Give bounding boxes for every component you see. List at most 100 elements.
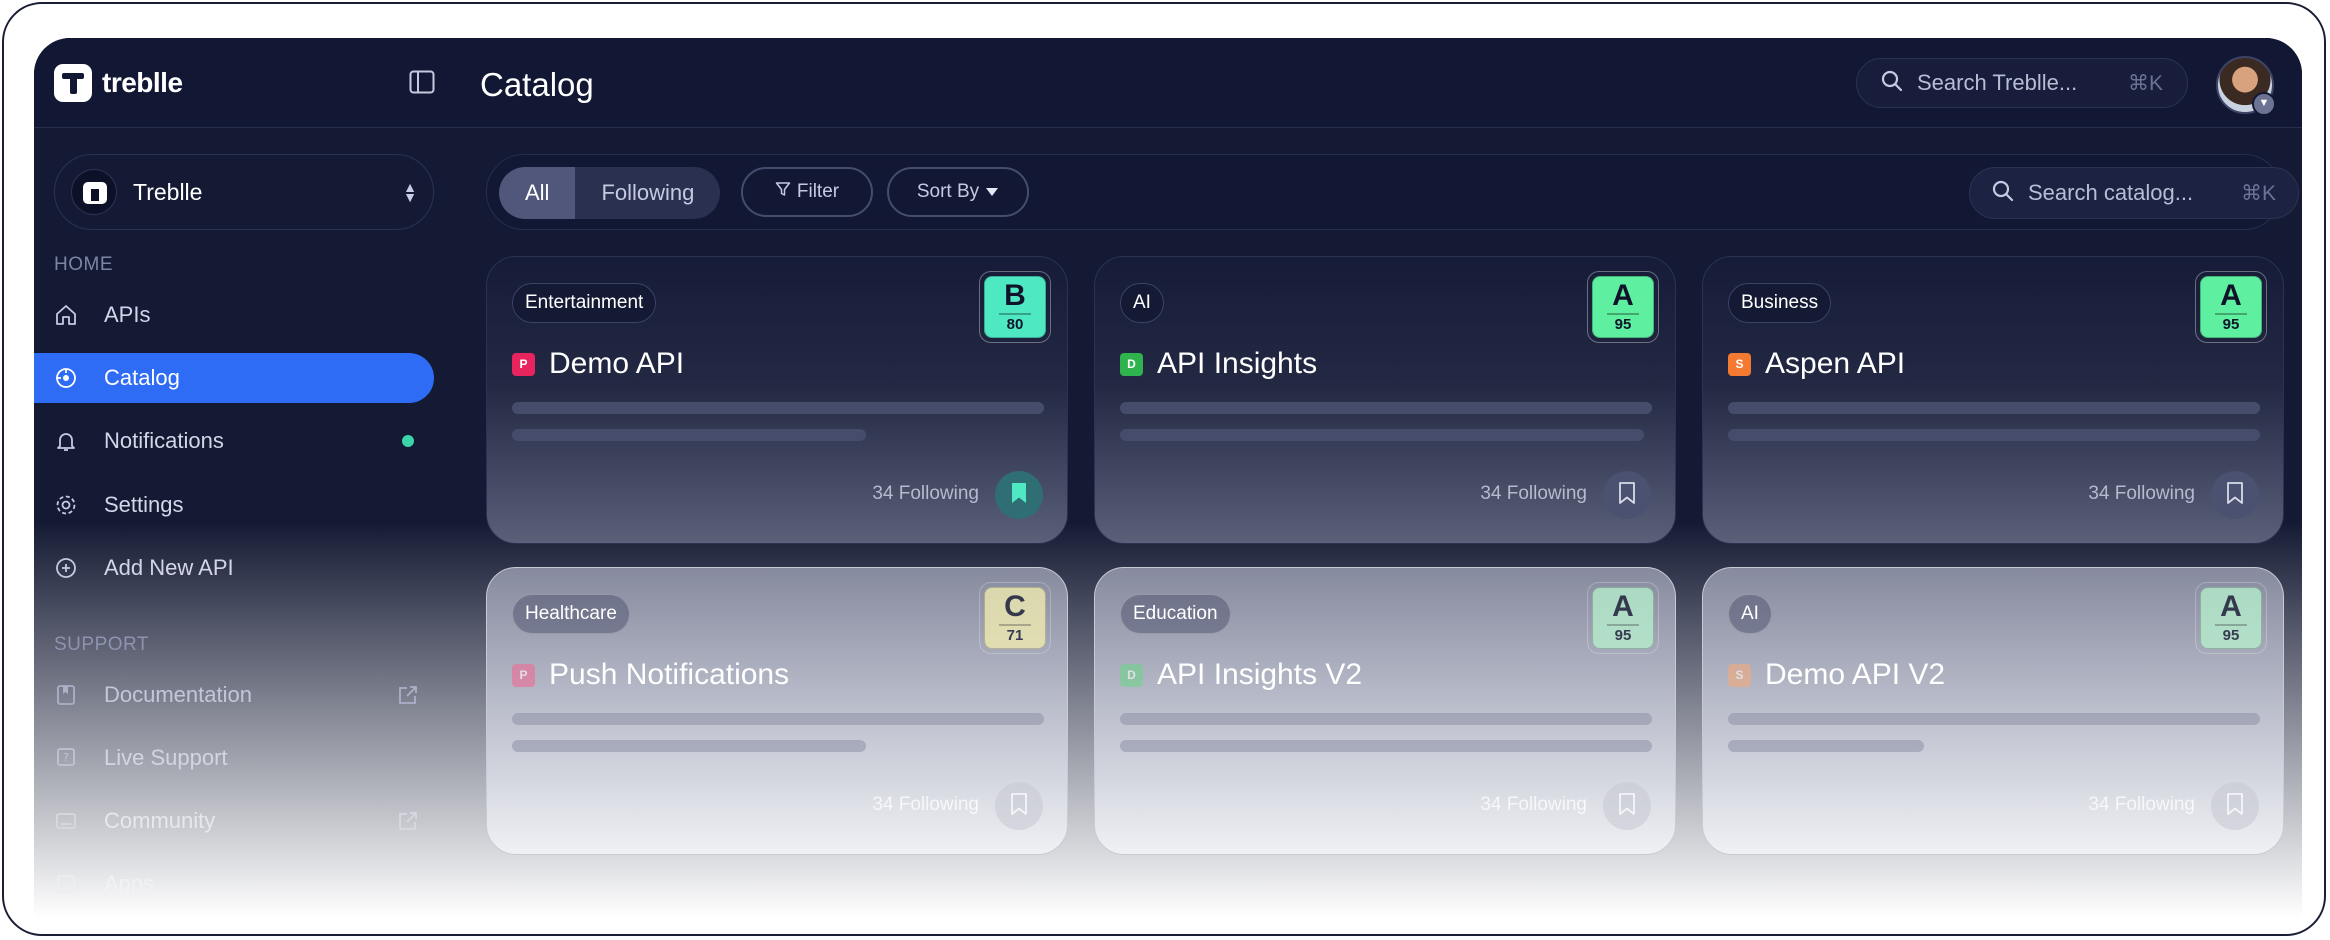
caret-down-icon [985, 181, 999, 203]
api-card[interactable]: Business A 95 S Aspen API 34 Following [1702, 256, 2284, 544]
catalog-search-input[interactable]: Search catalog... ⌘K [1969, 167, 2299, 219]
card-title-row: D API Insights [1120, 347, 1317, 381]
grade-badge: A 95 [2195, 582, 2267, 654]
grade-letter: A [1612, 279, 1634, 312]
grade-letter: C [1004, 590, 1026, 623]
api-card[interactable]: Education A 95 D API Insights V2 34 Foll… [1094, 567, 1676, 855]
description-skeleton [1728, 713, 2260, 725]
global-search-placeholder: Search Treblle... [1917, 70, 2078, 95]
global-search-shortcut: ⌘K [2127, 71, 2163, 95]
sidebar-item-label: Apps [104, 871, 155, 896]
plus-circle-icon [54, 556, 78, 580]
description-skeleton [1728, 402, 2260, 414]
sidebar-toggle-icon[interactable] [409, 70, 435, 94]
grade-score: 95 [1614, 316, 1632, 333]
treblle-logo-icon [54, 64, 92, 102]
sidebar-item-apis[interactable]: APIs [34, 290, 434, 340]
workspace-name: Treblle [133, 178, 203, 205]
api-card[interactable]: AI A 95 D API Insights 34 Following [1094, 256, 1676, 544]
category-tag[interactable]: AI [1728, 594, 1772, 634]
category-tag[interactable]: Business [1728, 283, 1832, 323]
api-title[interactable]: Demo API [549, 347, 684, 381]
bookmark-button[interactable] [1603, 782, 1651, 830]
bookmark-button[interactable] [995, 782, 1043, 830]
logo-text: treblle [102, 67, 183, 98]
grade-badge: A 95 [1587, 271, 1659, 343]
sidebar-item-label: Catalog [104, 365, 180, 390]
api-title[interactable]: Demo API V2 [1765, 658, 1945, 692]
tab-following[interactable]: Following [575, 167, 720, 219]
treblle-logo[interactable]: treblle [54, 64, 183, 102]
bookmark-button[interactable] [2211, 471, 2259, 519]
api-title[interactable]: Aspen API [1765, 347, 1905, 381]
sidebar-item-add-new-api[interactable]: Add New API [34, 543, 434, 593]
bookmark-icon [1618, 481, 1636, 509]
grade-badge: A 95 [1587, 582, 1659, 654]
catalog-tabs: All Following [499, 167, 721, 219]
sidebar-item-label: Notifications [104, 428, 224, 453]
grade-score: 95 [1614, 627, 1632, 644]
tab-all[interactable]: All [499, 167, 576, 219]
sidebar-item-catalog[interactable]: Catalog [34, 353, 434, 403]
bookmark-icon [2226, 792, 2244, 820]
workspace-switcher[interactable]: Treblle ▲ ▼ [54, 154, 434, 230]
bell-icon [54, 429, 78, 453]
sidebar-item-label: Settings [104, 492, 184, 517]
api-card[interactable]: Healthcare C 71 P Push Notifications 34 … [486, 567, 1068, 855]
sidebar-item-documentation[interactable]: Documentation [34, 670, 434, 720]
grade-divider [2215, 624, 2247, 626]
bookmark-button[interactable] [1603, 471, 1651, 519]
sidebar-item-apps[interactable]: Apps [34, 859, 434, 909]
sidebar-item-community[interactable]: Community [34, 796, 434, 846]
bookmark-button[interactable] [2211, 782, 2259, 830]
category-tag[interactable]: Entertainment [512, 283, 657, 323]
grade-score: 80 [1006, 316, 1024, 333]
api-title[interactable]: API Insights V2 [1157, 658, 1362, 692]
sort-by-label: Sort By [916, 181, 980, 202]
category-tag[interactable]: Education [1120, 594, 1231, 634]
sidebar-item-label: Add New API [104, 555, 234, 580]
sidebar-item-label: Live Support [104, 745, 228, 770]
sidebar-item-label: APIs [104, 302, 151, 327]
global-search-input[interactable]: Search Treblle... ⌘K [1856, 58, 2188, 108]
home-section-label: HOME [54, 254, 113, 275]
card-title-row: P Demo API [512, 347, 684, 381]
sidebar-item-live-support[interactable]: ? Live Support [34, 733, 434, 783]
sidebar-item-label: Documentation [104, 682, 252, 707]
api-title[interactable]: Push Notifications [549, 658, 789, 692]
sort-by-button[interactable]: Sort By [887, 167, 1029, 217]
external-link-icon [396, 809, 420, 839]
grade-badge: B 80 [979, 271, 1051, 343]
svg-text:?: ? [63, 751, 69, 764]
filter-button[interactable]: Filter [741, 167, 873, 217]
following-count: 34 Following [872, 794, 979, 815]
description-skeleton [512, 429, 866, 441]
apps-icon [54, 872, 78, 896]
search-icon [1881, 70, 1903, 97]
filter-icon [775, 181, 791, 203]
category-tag[interactable]: AI [1120, 283, 1164, 323]
book-icon [54, 683, 78, 707]
card-title-row: P Push Notifications [512, 658, 789, 692]
sidebar-item-notifications[interactable]: Notifications [34, 416, 434, 466]
grade-score: 95 [2222, 316, 2240, 333]
chevron-up-down-icon: ▲ ▼ [403, 179, 417, 205]
following-count: 34 Following [1480, 483, 1587, 504]
description-skeleton [512, 740, 866, 752]
bookmark-button[interactable] [995, 471, 1043, 519]
api-card[interactable]: Entertainment B 80 P Demo API 34 Followi… [486, 256, 1068, 544]
sidebar-item-settings[interactable]: Settings [34, 480, 434, 530]
user-avatar[interactable]: ▼ [2216, 56, 2276, 116]
support-section-label: SUPPORT [54, 634, 150, 655]
api-title[interactable]: API Insights [1157, 347, 1317, 381]
following-count: 34 Following [872, 483, 979, 504]
search-icon [1992, 180, 2014, 207]
workspace-logo-icon [71, 169, 117, 215]
catalog-search-placeholder: Search catalog... [2028, 180, 2194, 205]
card-title-row: S Aspen API [1728, 347, 1905, 381]
grade-letter: A [2220, 279, 2242, 312]
grade-score: 71 [1006, 627, 1024, 644]
api-card[interactable]: AI A 95 S Demo API V2 34 Following [1702, 567, 2284, 855]
sidebar: Treblle ▲ ▼ HOME APIs Catalog Notificati… [34, 128, 458, 918]
category-tag[interactable]: Healthcare [512, 594, 630, 634]
